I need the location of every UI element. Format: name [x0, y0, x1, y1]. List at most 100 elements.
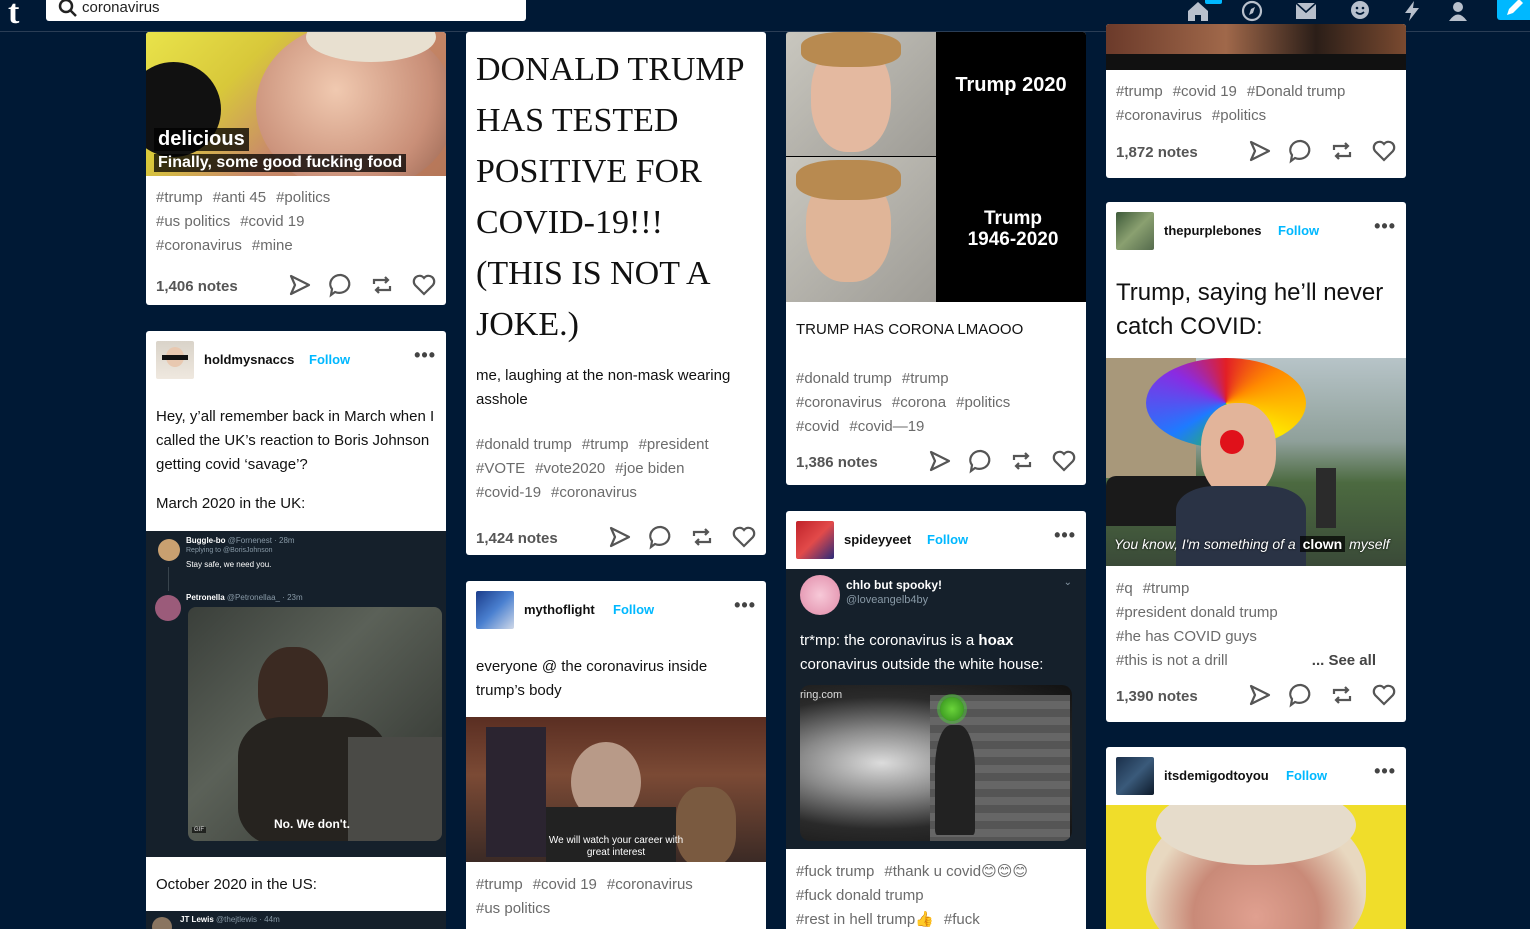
tag[interactable]: #fuck: [944, 911, 980, 928]
reply-icon[interactable]: [968, 448, 994, 474]
reblog-icon[interactable]: [689, 524, 715, 550]
like-icon[interactable]: [1371, 138, 1397, 164]
post-image[interactable]: Trump 2020 Trump 1946-2020: [786, 32, 1086, 302]
reply-icon[interactable]: [328, 272, 354, 298]
username[interactable]: holdmysnaccs: [204, 352, 294, 367]
tag[interactable]: #coronavirus: [796, 394, 882, 411]
account-icon[interactable]: [1446, 0, 1474, 24]
tag[interactable]: #vote2020: [535, 460, 605, 477]
post-image[interactable]: [1106, 24, 1406, 70]
follow-button[interactable]: Follow: [927, 532, 968, 547]
avatar[interactable]: [156, 341, 194, 379]
tag[interactable]: #he has COVID guys: [1116, 628, 1257, 645]
like-icon[interactable]: [1371, 682, 1397, 708]
like-icon[interactable]: [411, 272, 437, 298]
tag[interactable]: #politics: [276, 189, 330, 206]
avatar[interactable]: [796, 521, 834, 559]
tag[interactable]: #donald trump: [476, 436, 572, 453]
tweet-screenshot[interactable]: Buggle-bo @Fornenest · 28m Replying to @…: [146, 531, 446, 857]
tag[interactable]: #Donald trump: [1247, 83, 1345, 100]
tag[interactable]: #covid: [796, 418, 839, 435]
share-icon[interactable]: [1247, 138, 1273, 164]
tag[interactable]: #rest in hell trump👍: [796, 911, 934, 928]
more-options-icon[interactable]: •••: [1054, 525, 1076, 546]
reblog-icon[interactable]: [1009, 448, 1035, 474]
tumblr-logo[interactable]: t: [8, 0, 19, 32]
tag[interactable]: #trump: [156, 189, 203, 206]
tag[interactable]: #fuck donald trump: [796, 887, 924, 904]
tag[interactable]: #mine: [252, 237, 293, 254]
notes-count[interactable]: 1,386 notes: [796, 454, 878, 471]
tag[interactable]: #q: [1116, 580, 1133, 597]
tag[interactable]: #coronavirus: [156, 237, 242, 254]
follow-button[interactable]: Follow: [1286, 768, 1327, 783]
reblog-icon[interactable]: [1329, 682, 1355, 708]
username[interactable]: mythoflight: [524, 602, 595, 617]
tweet-screenshot[interactable]: chlo but spooky! @loveangelb4by ⌄ tr*mp:…: [786, 569, 1086, 849]
tag[interactable]: #covid—19: [849, 418, 924, 435]
tag[interactable]: #covid-19: [476, 484, 541, 501]
follow-button[interactable]: Follow: [309, 352, 350, 367]
tag[interactable]: #covid 19: [240, 213, 304, 230]
post-image[interactable]: delicious Finally, some good fucking foo…: [146, 32, 446, 176]
post-image[interactable]: We will watch your career with great int…: [466, 717, 766, 862]
tag[interactable]: #anti 45: [213, 189, 266, 206]
tag[interactable]: #donald trump: [796, 370, 892, 387]
share-icon[interactable]: [927, 448, 953, 474]
tag[interactable]: #trump: [1116, 83, 1163, 100]
more-options-icon[interactable]: •••: [1374, 216, 1396, 237]
tag[interactable]: #this is not a drill: [1116, 652, 1228, 669]
notes-count[interactable]: 1,872 notes: [1116, 144, 1198, 161]
tag[interactable]: #covid 19: [1173, 83, 1237, 100]
like-icon[interactable]: [1051, 448, 1077, 474]
inbox-icon[interactable]: [1294, 0, 1322, 24]
username[interactable]: itsdemigodtoyou: [1164, 768, 1269, 783]
share-icon[interactable]: [287, 272, 313, 298]
compose-button[interactable]: [1497, 0, 1530, 20]
like-icon[interactable]: [731, 524, 757, 550]
tag[interactable]: #coronavirus: [607, 876, 693, 893]
share-icon[interactable]: [607, 524, 633, 550]
share-icon[interactable]: [1247, 682, 1273, 708]
tag[interactable]: #coronavirus: [551, 484, 637, 501]
tag[interactable]: #trump: [582, 436, 629, 453]
chevron-down-icon[interactable]: ⌄: [1064, 577, 1072, 588]
avatar[interactable]: [476, 591, 514, 629]
tag[interactable]: #fuck trump: [796, 863, 874, 880]
search-input[interactable]: [82, 0, 502, 16]
tag[interactable]: #covid 19: [533, 876, 597, 893]
tag[interactable]: #president donald trump: [1116, 604, 1278, 621]
messages-icon[interactable]: [1348, 0, 1376, 24]
tag[interactable]: #trump: [476, 876, 523, 893]
notes-count[interactable]: 1,390 notes: [1116, 688, 1198, 705]
more-options-icon[interactable]: •••: [414, 345, 436, 366]
tag[interactable]: #us politics: [476, 900, 550, 917]
tag[interactable]: #trump: [1143, 580, 1190, 597]
tag[interactable]: #us politics: [156, 213, 230, 230]
follow-button[interactable]: Follow: [1278, 223, 1319, 238]
reblog-icon[interactable]: [369, 272, 395, 298]
reply-icon[interactable]: [648, 524, 674, 550]
reply-icon[interactable]: [1288, 682, 1314, 708]
post-image[interactable]: You know, I'm something of a clown mysel…: [1106, 358, 1406, 566]
tag[interactable]: #coronavirus: [1116, 107, 1202, 124]
post-image[interactable]: [1106, 805, 1406, 929]
more-options-icon[interactable]: •••: [734, 595, 756, 616]
tag[interactable]: #corona: [892, 394, 946, 411]
avatar[interactable]: [1116, 757, 1154, 795]
tag[interactable]: #president: [639, 436, 709, 453]
username[interactable]: thepurplebones: [1164, 223, 1262, 238]
gif-image[interactable]: No. We don't. GIF: [188, 607, 442, 841]
explore-icon[interactable]: [1240, 0, 1268, 24]
see-all-link[interactable]: ... See all: [1312, 649, 1376, 673]
tweet-screenshot[interactable]: JT Lewis @thejtlewis · 44m: [146, 911, 446, 929]
notes-count[interactable]: 1,406 notes: [156, 278, 238, 295]
doorbell-camera-image[interactable]: ring.com: [800, 685, 1072, 841]
tag[interactable]: #trump: [902, 370, 949, 387]
search-bar[interactable]: [46, 0, 526, 21]
tag[interactable]: #joe biden: [615, 460, 684, 477]
reply-icon[interactable]: [1288, 138, 1314, 164]
follow-button[interactable]: Follow: [613, 602, 654, 617]
more-options-icon[interactable]: •••: [1374, 761, 1396, 782]
tag[interactable]: #VOTE: [476, 460, 525, 477]
